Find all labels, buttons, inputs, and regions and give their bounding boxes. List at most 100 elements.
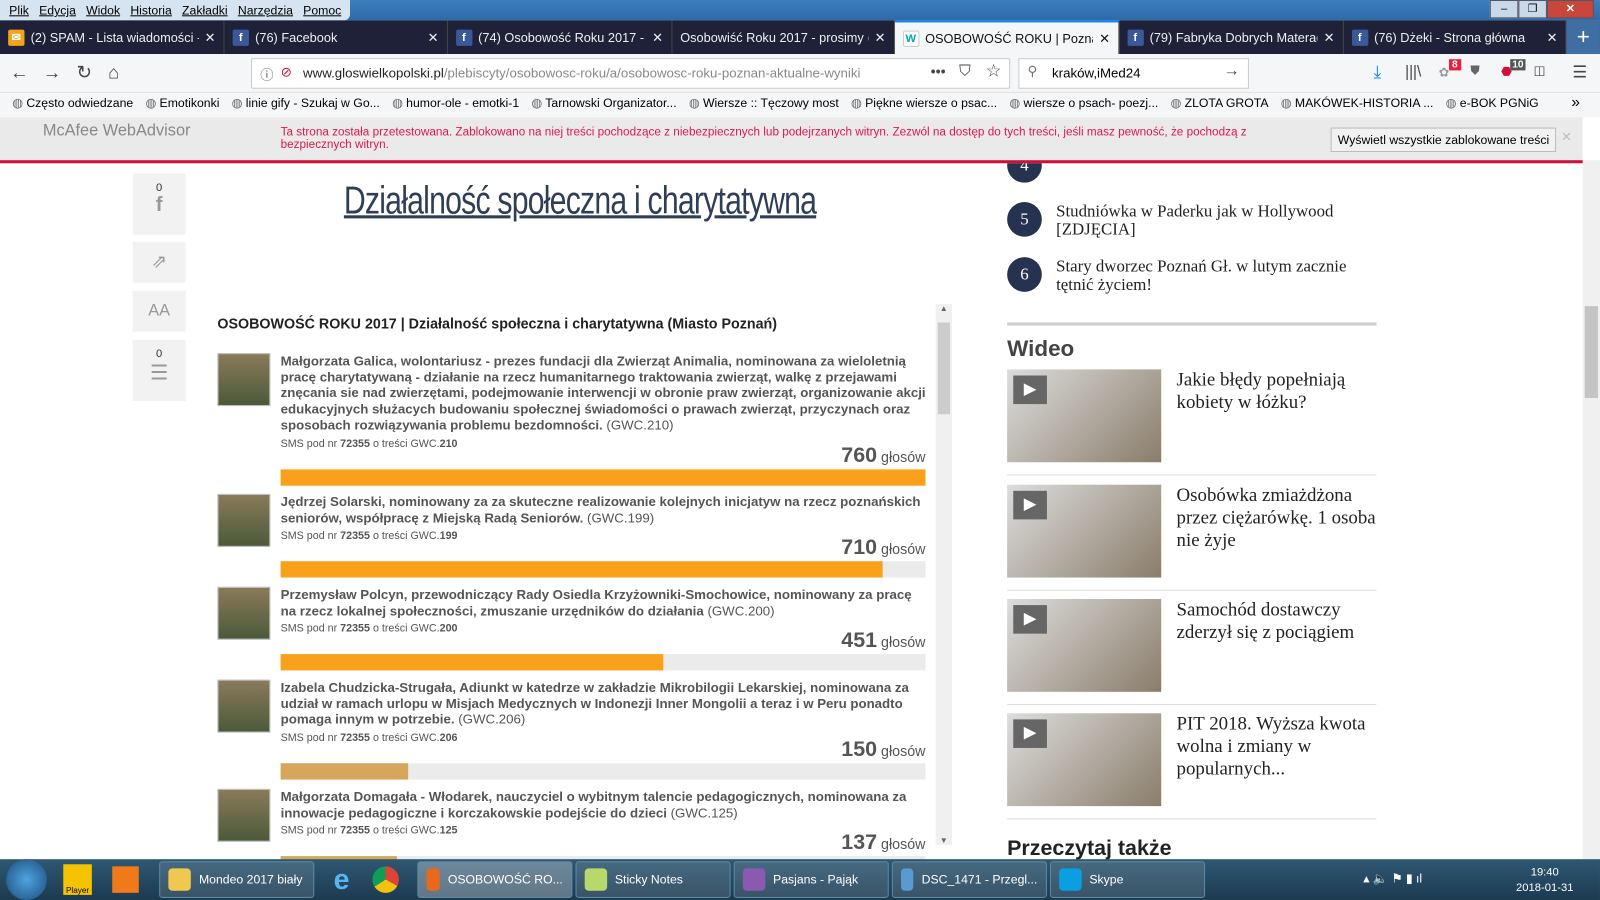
taskbar-item[interactable]: Pasjans - Pająk	[733, 861, 889, 898]
bookmarks-overflow-icon[interactable]: »	[1571, 94, 1580, 111]
menu-narzedzia[interactable]: Narzędzia	[233, 0, 298, 20]
menu-plik[interactable]: Plik	[4, 0, 34, 20]
close-tab-icon[interactable]: ✕	[652, 30, 663, 45]
taskbar-item[interactable]: OSOBOWOŚĆ RO...	[416, 861, 573, 898]
close-notification-icon[interactable]: ✕	[1561, 130, 1571, 144]
menu-widok[interactable]: Widok	[81, 0, 125, 20]
ranking-title: Studniówka w Paderku jak w Hollywood [ZD…	[1056, 201, 1334, 239]
extension-icon[interactable]: ✿	[1439, 65, 1449, 79]
video-title[interactable]: PIT 2018. Wyższa kwota wolna i zmiany w …	[1177, 713, 1377, 780]
close-window-button[interactable]: ✕	[1546, 0, 1594, 19]
facebook-share-button[interactable]: 0f	[132, 173, 186, 235]
forward-button[interactable]: →	[43, 62, 61, 83]
close-tab-icon[interactable]: ✕	[1099, 31, 1110, 46]
font-size-button[interactable]: AA	[132, 290, 186, 332]
play-icon[interactable]: ▶	[1013, 490, 1047, 520]
page-scrollbar[interactable]	[1582, 160, 1600, 860]
poll-scrollbar-thumb[interactable]	[937, 322, 950, 415]
bookmark-item[interactable]: wiersze o psach- poezj...	[1009, 96, 1159, 114]
bookmark-item[interactable]: MAKÓWEK-HISTORIA ...	[1281, 96, 1434, 114]
close-tab-icon[interactable]: ✕	[1547, 30, 1558, 45]
taskbar-item[interactable]: DSC_1471 - Przegl...	[891, 861, 1047, 898]
bookmark-item[interactable]: Wiersze :: Tęczowy most	[689, 96, 839, 114]
download-icon[interactable]: ⤓	[1373, 62, 1381, 82]
close-tab-icon[interactable]: ✕	[428, 30, 439, 45]
comments-button[interactable]: 0 ☰	[132, 339, 186, 402]
maximize-button[interactable]: ❐	[1518, 0, 1547, 19]
video-thumbnail[interactable]: ▶	[1007, 713, 1162, 807]
new-tab-button[interactable]: +	[1566, 20, 1600, 55]
bookmark-item[interactable]: linie gify - Szukaj w Go...	[232, 96, 380, 114]
system-clock[interactable]: 19:40 2018-01-31	[1516, 865, 1573, 896]
share-button[interactable]: ⇗	[132, 241, 186, 283]
ranking-item[interactable]: 5 Studniówka w Paderku jak w Hollywood [Z…	[1007, 202, 1374, 239]
url-bar[interactable]: ⓘ ⊘ www.gloswielkopolski.pl/plebiscyty/oso…	[251, 58, 1011, 89]
video-item[interactable]: ▶ Jakie błędy popełniają kobiety w łóżku?	[1007, 369, 1377, 476]
pocket-icon[interactable]: ⛉	[959, 62, 970, 79]
tab-1[interactable]: f (76) Facebook ✕	[224, 20, 448, 55]
show-blocked-content-button[interactable]: Wyświetl wszystkie zablokowane treści	[1330, 127, 1557, 153]
page-scrollbar-thumb[interactable]	[1584, 306, 1598, 398]
media-player-icon[interactable]	[112, 866, 139, 893]
bookmark-star-icon[interactable]: ☆	[986, 61, 1002, 81]
bookmark-item[interactable]: e-BOK PGNiG	[1446, 96, 1539, 114]
ie-icon[interactable]: e	[334, 863, 350, 896]
menu-zakladki[interactable]: Zakładki	[177, 0, 233, 20]
system-tray-icons[interactable]: ▴ 🔈 ⚑ ▮ ıl	[1363, 871, 1422, 885]
video-item[interactable]: ▶ Samochód dostawczy zderzył się z pociąg…	[1007, 598, 1377, 706]
video-thumbnail[interactable]: ▶	[1007, 484, 1162, 578]
video-item[interactable]: ▶ Osobówka zmiażdżona przez ciężarówkę. 1…	[1007, 484, 1377, 591]
back-button[interactable]: ←	[10, 62, 28, 83]
sidebar-icon[interactable]: ◫	[1534, 63, 1546, 77]
video-title[interactable]: Osobówka zmiażdżona przez ciężarówkę. 1 …	[1177, 485, 1377, 552]
sms-prefix: SMS pod nr	[280, 622, 338, 636]
scroll-up-icon[interactable]: ▲	[940, 304, 948, 313]
tab-6[interactable]: f (76) Dżeki - Strona główna ✕	[1343, 20, 1567, 55]
hamburger-menu-icon[interactable]: ☰	[1572, 62, 1587, 82]
tab-2[interactable]: f (74) Osobowość Roku 2017 - M ✕	[448, 20, 673, 55]
bookmark-item[interactable]: Tarnowski Organizator...	[531, 96, 676, 114]
home-button[interactable]: ⌂	[108, 62, 119, 83]
video-item[interactable]: ▶ PIT 2018. Wyższa kwota wolna i zmiany w…	[1007, 713, 1377, 820]
search-input[interactable]: ⚲ kraków,iMed24 →	[1018, 58, 1249, 89]
menu-edycja[interactable]: Edycja	[34, 0, 81, 20]
video-thumbnail[interactable]: ▶	[1007, 369, 1162, 463]
close-tab-icon[interactable]: ✕	[205, 30, 216, 45]
close-tab-icon[interactable]: ✕	[1324, 30, 1335, 45]
shield-extension-icon[interactable]: ⛊	[1470, 63, 1479, 78]
menu-historia[interactable]: Historia	[125, 0, 177, 20]
play-icon[interactable]: ▶	[1013, 719, 1047, 748]
section-heading[interactable]: Działalność społeczna i charytatywna	[344, 180, 817, 224]
taskbar-item[interactable]: Sticky Notes	[575, 861, 731, 898]
tab-3[interactable]: Osobowiść Roku 2017 - prosimy o g ✕	[672, 20, 895, 55]
video-thumbnail[interactable]: ▶	[1007, 598, 1162, 692]
bookmark-item[interactable]: humor-ole - emotki-1	[392, 96, 519, 114]
bookmark-item[interactable]: ZLOTA GROTA	[1171, 96, 1269, 114]
start-button[interactable]	[6, 859, 47, 900]
library-icon[interactable]: |||\	[1405, 63, 1421, 80]
video-title[interactable]: Samochód dostawczy zderzył się z pociągi…	[1177, 599, 1377, 644]
tab-4[interactable]: W OSOBOWOŚĆ ROKU | Poznań - ✕	[894, 20, 1119, 55]
reload-button[interactable]: ↻	[77, 62, 92, 83]
close-tab-icon[interactable]: ✕	[875, 30, 886, 45]
video-title[interactable]: Jakie błędy popełniają kobiety w łóżku?	[1177, 369, 1377, 414]
tab-5[interactable]: f (79) Fabryka Dobrych Materacy ✕	[1119, 20, 1344, 55]
notification-badge: 8	[1448, 59, 1461, 71]
chrome-icon[interactable]	[372, 866, 399, 893]
bookmark-item[interactable]: Piękne wiersze o psac...	[851, 96, 997, 114]
bookmark-item[interactable]: Emotikonki	[145, 96, 220, 114]
play-icon[interactable]: ▶	[1013, 605, 1047, 634]
player-icon[interactable]: Player	[63, 864, 92, 895]
tab-0[interactable]: ✉ (2) SPAM - Lista wiadomości - ✕	[0, 20, 225, 55]
bookmark-item[interactable]: Często odwiedzane	[12, 96, 133, 114]
search-go-icon[interactable]: →	[1223, 62, 1239, 80]
play-icon[interactable]: ▶	[1013, 375, 1047, 405]
menu-pomoc[interactable]: Pomoc	[298, 0, 346, 20]
taskbar-item[interactable]: Skype	[1049, 861, 1205, 898]
scroll-down-icon[interactable]: ▼	[940, 836, 948, 845]
minimize-button[interactable]: –	[1489, 0, 1519, 19]
info-icon[interactable]: ⓘ	[260, 64, 273, 83]
ranking-item[interactable]: 6 Stary dworzec Poznań Gł. w lutym zaczni…	[1007, 257, 1374, 294]
page-actions-icon[interactable]: •••	[931, 63, 946, 79]
taskbar-item[interactable]: Mondeo 2017 biały	[159, 861, 315, 898]
